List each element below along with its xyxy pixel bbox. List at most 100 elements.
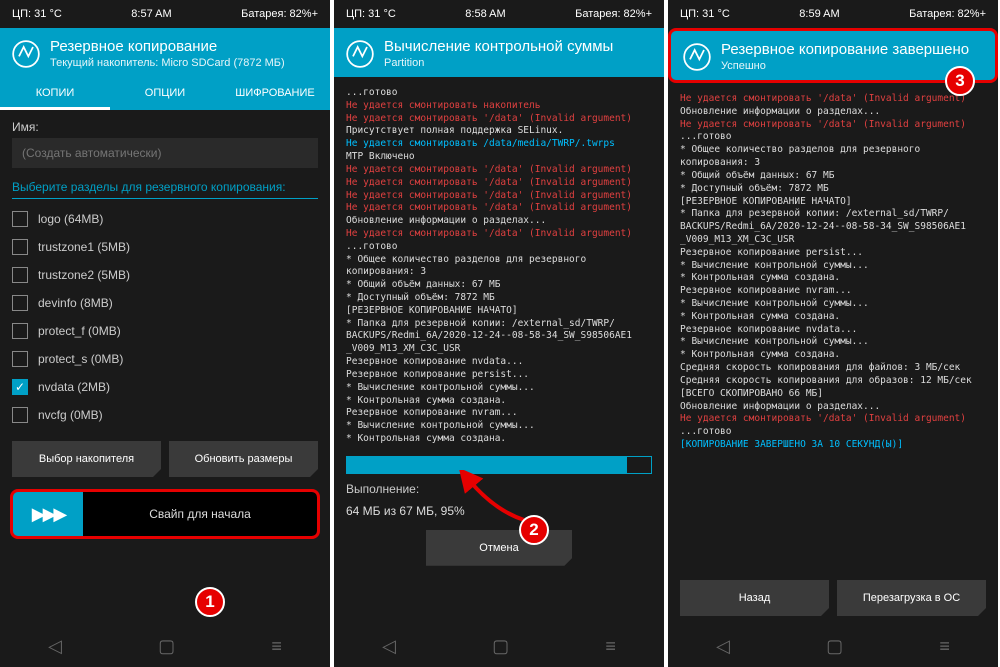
status-time: 8:57 AM xyxy=(131,8,171,20)
tab-options[interactable]: ОПЦИИ xyxy=(110,77,220,110)
log-line: * Вычисление контрольной суммы... xyxy=(680,336,986,349)
partition-row[interactable]: trustzone2 (5MB) xyxy=(12,261,318,289)
partition-row[interactable]: ✓ nvdata (2MB) xyxy=(12,373,318,401)
log-line: * Контрольная сумма создана. xyxy=(346,433,652,446)
log-line: Резервное копирование persist... xyxy=(680,247,986,260)
storage-button[interactable]: Выбор накопителя xyxy=(12,441,161,477)
log-line: ...готово xyxy=(346,87,652,100)
log-line: Присутствует полная поддержка SELinux. xyxy=(346,125,652,138)
nav-back-icon[interactable]: ◁ xyxy=(382,636,396,657)
log-line: Резервное копирование nvdata... xyxy=(680,324,986,337)
partition-row[interactable]: protect_s (0MB) xyxy=(12,345,318,373)
status-battery: Батарея: 82%+ xyxy=(241,8,318,20)
nav-back-icon[interactable]: ◁ xyxy=(716,636,730,657)
tab-bar: КОПИИ ОПЦИИ ШИФРОВАНИЕ xyxy=(0,77,330,110)
refresh-button[interactable]: Обновить размеры xyxy=(169,441,318,477)
log-line: Резервное копирование nvram... xyxy=(346,407,652,420)
twrp-logo-icon xyxy=(12,40,40,68)
nav-bar: ◁ ▢ ≡ xyxy=(334,622,664,667)
log-line: Не удается смонтировать '/data' (Invalid… xyxy=(680,119,986,132)
checkbox-icon[interactable] xyxy=(12,267,28,283)
log-line: _V009_M13_XM_C3C_USR xyxy=(680,234,986,247)
screen-2: ЦП: 31 °C 8:58 AM Батарея: 82%+ Вычислен… xyxy=(334,0,664,667)
header-title: Резервное копирование завершено xyxy=(721,41,969,58)
checkbox-icon[interactable] xyxy=(12,239,28,255)
reboot-button[interactable]: Перезагрузка в ОС xyxy=(837,580,986,616)
nav-menu-icon[interactable]: ≡ xyxy=(939,636,950,657)
partition-label: devinfo (8MB) xyxy=(38,296,113,310)
log-line: Обновление информации о разделах... xyxy=(680,106,986,119)
tab-encryption[interactable]: ШИФРОВАНИЕ xyxy=(220,77,330,110)
header-subtitle: Успешно xyxy=(721,60,969,72)
checkbox-icon[interactable] xyxy=(12,407,28,423)
nav-home-icon[interactable]: ▢ xyxy=(826,636,843,657)
header: Вычисление контрольной суммы Partition xyxy=(334,28,664,77)
log-line: BACKUPS/Redmi_6A/2020-12-24--08-58-34_SW… xyxy=(346,330,652,343)
log-line: * Вычисление контрольной суммы... xyxy=(680,260,986,273)
partition-label: logo (64MB) xyxy=(38,212,103,226)
log-line: Средняя скорость копирования для образов… xyxy=(680,375,986,388)
header-title: Вычисление контрольной суммы xyxy=(384,38,613,55)
log-line: [РЕЗЕРВНОЕ КОПИРОВАНИЕ НАЧАТО] xyxy=(680,196,986,209)
checkbox-icon[interactable] xyxy=(12,211,28,227)
checkbox-icon[interactable] xyxy=(12,351,28,367)
log-line: MTP Включено xyxy=(346,151,652,164)
nav-menu-icon[interactable]: ≡ xyxy=(271,636,282,657)
checkbox-icon[interactable] xyxy=(12,295,28,311)
log-output: Не удается смонтировать '/data' (Invalid… xyxy=(680,93,986,570)
nav-home-icon[interactable]: ▢ xyxy=(158,636,175,657)
log-line: ...готово xyxy=(346,241,652,254)
nav-back-icon[interactable]: ◁ xyxy=(48,636,62,657)
log-line: * Общее количество разделов для резервно… xyxy=(346,254,652,267)
swipe-handle-icon[interactable]: ▶▶▶ xyxy=(13,492,83,536)
status-battery: Батарея: 82%+ xyxy=(909,8,986,20)
partition-row[interactable]: protect_f (0MB) xyxy=(12,317,318,345)
log-line: * Вычисление контрольной суммы... xyxy=(346,382,652,395)
cancel-button[interactable]: Отмена xyxy=(426,530,573,566)
header-title: Резервное копирование xyxy=(50,38,285,55)
log-line: [ВСЕГО СКОПИРОВАНО 66 МБ] xyxy=(680,388,986,401)
partition-row[interactable]: nvcfg (0MB) xyxy=(12,401,318,429)
checkbox-icon[interactable]: ✓ xyxy=(12,379,28,395)
status-time: 8:58 AM xyxy=(465,8,505,20)
backup-name-input[interactable] xyxy=(12,138,318,168)
status-bar: ЦП: 31 °C 8:59 AM Батарея: 82%+ xyxy=(668,0,998,28)
status-battery: Батарея: 82%+ xyxy=(575,8,652,20)
back-button[interactable]: Назад xyxy=(680,580,829,616)
nav-bar: ◁ ▢ ≡ xyxy=(668,622,998,667)
log-line: Не удается смонтировать /data/media/TWRP… xyxy=(346,138,652,151)
log-line: [КОПИРОВАНИЕ ЗАВЕРШЕНО ЗА 10 СЕКУНД(Ы)] xyxy=(680,439,986,452)
log-line: копирования: 3 xyxy=(680,157,986,170)
screen-3: ЦП: 31 °C 8:59 AM Батарея: 82%+ Резервно… xyxy=(668,0,998,667)
nav-menu-icon[interactable]: ≡ xyxy=(605,636,616,657)
checkbox-icon[interactable] xyxy=(12,323,28,339)
log-line: * Общее количество разделов для резервно… xyxy=(680,144,986,157)
log-line: * Контрольная сумма создана. xyxy=(680,311,986,324)
log-line: * Общий объём данных: 67 МБ xyxy=(346,279,652,292)
log-line: Не удается смонтировать '/data' (Invalid… xyxy=(346,177,652,190)
status-bar: ЦП: 31 °C 8:57 AM Батарея: 82%+ xyxy=(0,0,330,28)
swipe-to-start[interactable]: ▶▶▶ Свайп для начала xyxy=(12,491,318,537)
partition-row[interactable]: trustzone1 (5MB) xyxy=(12,233,318,261)
name-label: Имя: xyxy=(12,120,318,134)
tab-copies[interactable]: КОПИИ xyxy=(0,77,110,110)
partition-row[interactable]: logo (64MB) xyxy=(12,205,318,233)
partition-label: nvcfg (0MB) xyxy=(38,408,103,422)
annotation-badge-2: 2 xyxy=(519,515,549,545)
log-line: Резервное копирование nvram... xyxy=(680,285,986,298)
partition-label: trustzone2 (5MB) xyxy=(38,268,130,282)
log-line: * Контрольная сумма создана. xyxy=(680,272,986,285)
partition-row[interactable]: devinfo (8MB) xyxy=(12,289,318,317)
log-line: _V009_M13_XM_C3C_USR xyxy=(346,343,652,356)
log-line: Обновление информации о разделах... xyxy=(680,401,986,414)
log-line: копирования: 3 xyxy=(346,266,652,279)
partition-label: nvdata (2MB) xyxy=(38,380,110,394)
twrp-logo-icon xyxy=(683,43,711,71)
status-cpu: ЦП: 31 °C xyxy=(346,8,396,20)
header: Резервное копирование Текущий накопитель… xyxy=(0,28,330,77)
log-line: * Папка для резервной копии: /external_s… xyxy=(346,318,652,331)
log-line: Не удается смонтировать '/data' (Invalid… xyxy=(346,202,652,215)
log-line: Не удается смонтировать '/data' (Invalid… xyxy=(346,164,652,177)
nav-home-icon[interactable]: ▢ xyxy=(492,636,509,657)
partition-label: protect_s (0MB) xyxy=(38,352,123,366)
